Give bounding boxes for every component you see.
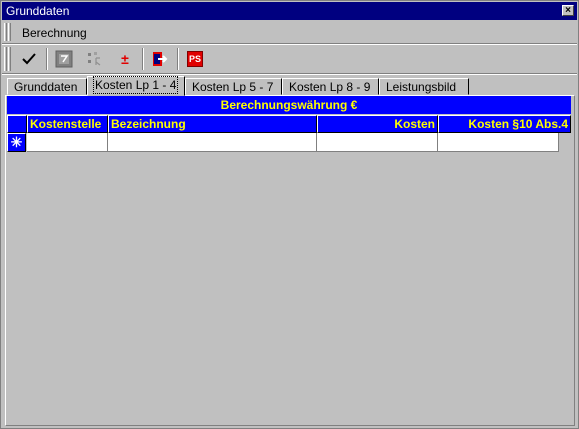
menu-berechnung[interactable]: Berechnung [22,26,87,40]
column-icon [88,52,101,66]
toolbar-grip-2[interactable] [8,47,11,71]
confirm-button[interactable] [18,48,40,70]
tab-leistungsbild[interactable]: Leistungsbild [379,78,469,95]
title-bar[interactable]: Grunddaten × [2,2,577,20]
exit-arrow-icon [153,52,168,66]
plus-minus-button[interactable]: ± [114,48,136,70]
window-title: Grunddaten [6,4,70,18]
cell-kosten-10-abs4[interactable] [438,133,559,152]
toolbar-separator-2 [142,48,144,70]
toolbar-grip[interactable] [4,47,7,71]
toolbar-separator [46,48,48,70]
plus-minus-icon: ± [121,51,129,67]
close-button[interactable]: × [562,5,574,16]
close-icon: × [565,5,571,16]
exit-button[interactable] [149,48,171,70]
checkmark-icon [22,53,36,65]
column-header-kosten[interactable]: Kosten [317,115,438,133]
cell-kosten[interactable] [317,133,438,152]
cell-bezeichnung[interactable] [108,133,317,152]
column-settings-button[interactable] [84,48,106,70]
menubar-grip[interactable] [4,23,7,41]
column-header-bezeichnung[interactable]: Bezeichnung [108,115,317,133]
menubar-grip-2[interactable] [8,23,11,41]
grunddaten-window: Grunddaten × Berechnung ± PS Grunddaten … [0,0,579,429]
report-icon: PS [187,51,203,67]
menu-bar: Berechnung [2,21,577,43]
column-header-kostenstelle[interactable]: Kostenstelle [27,115,108,133]
tab-kosten-lp-8-9[interactable]: Kosten Lp 8 - 9 [282,78,379,95]
row-header-corner [7,115,27,133]
cell-kostenstelle[interactable] [27,133,108,152]
toolbar: ± PS [2,45,577,73]
sheet-icon [55,50,73,68]
tab-kosten-lp-5-7[interactable]: Kosten Lp 5 - 7 [185,78,282,95]
calc-sheet-button[interactable] [53,48,75,70]
report-button[interactable]: PS [184,48,206,70]
new-row-indicator[interactable]: ✳ [7,133,26,152]
toolbar-divider [2,73,577,75]
tab-grunddaten[interactable]: Grunddaten [7,78,87,95]
tab-strip: Grunddaten Kosten Lp 1 - 4 Kosten Lp 5 -… [5,76,575,96]
grid-title: Berechnungswährung € [7,96,571,114]
toolbar-separator-3 [177,48,179,70]
column-header-kosten-10-abs4[interactable]: Kosten §10 Abs.4 [438,115,571,133]
tab-kosten-lp-1-4[interactable]: Kosten Lp 1 - 4 [87,76,185,96]
